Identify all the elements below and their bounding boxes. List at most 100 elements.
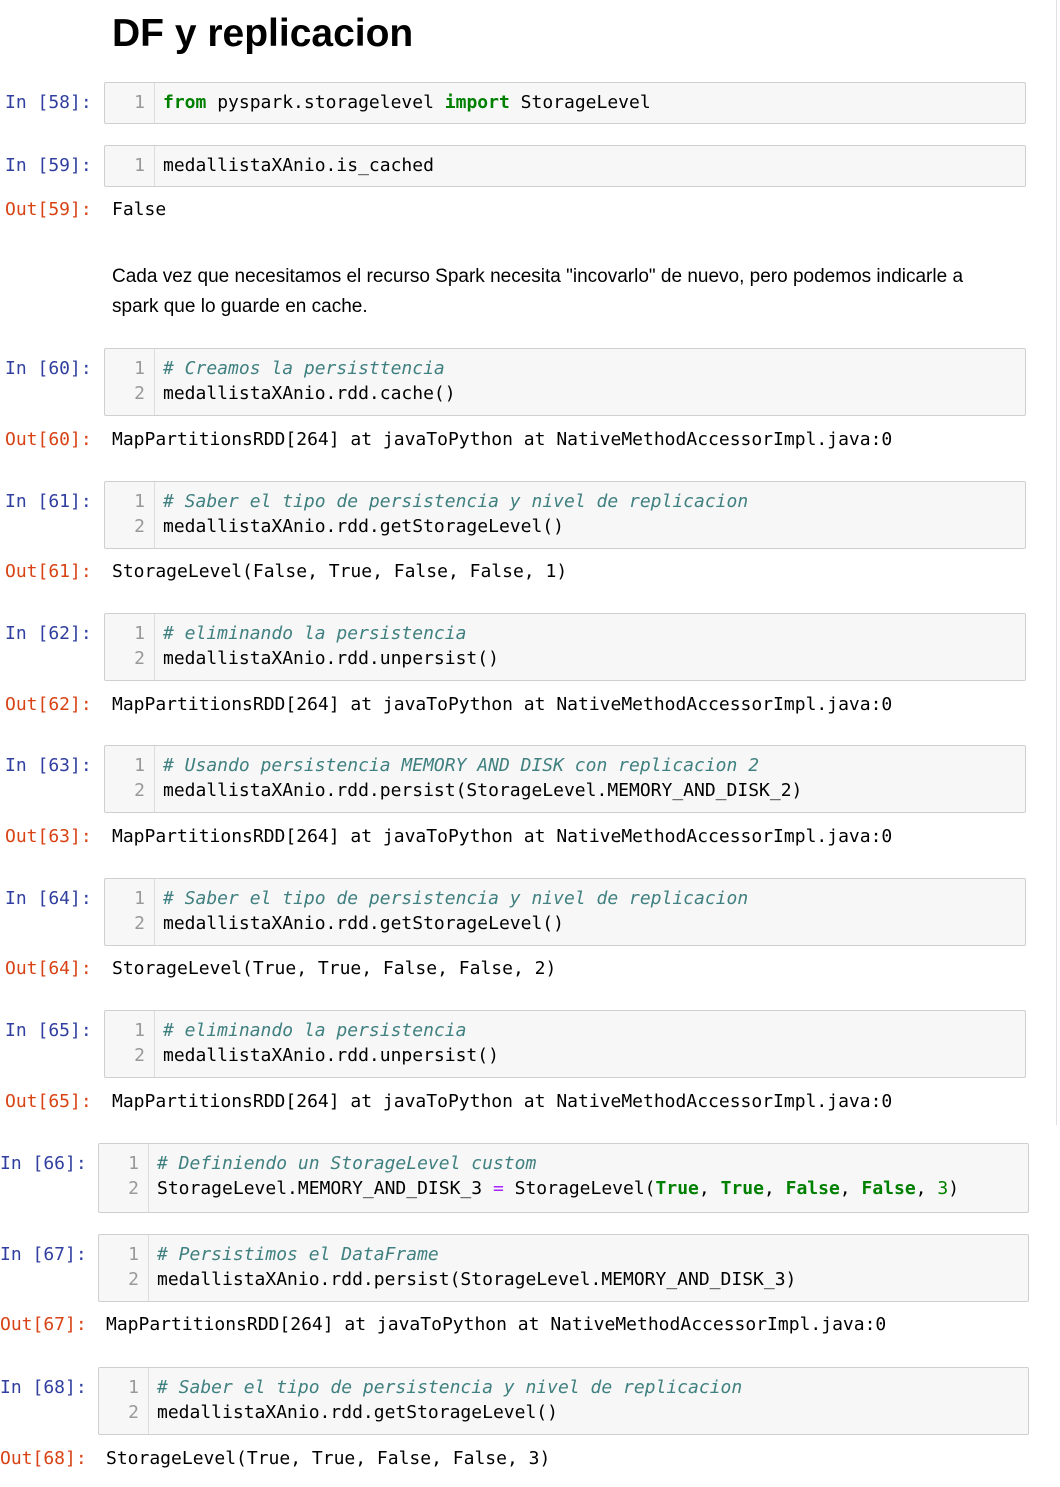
code-token: , bbox=[839, 1178, 862, 1199]
code-token: # Definiendo un StorageLevel custom bbox=[157, 1153, 537, 1174]
line-number: 1 bbox=[134, 358, 145, 379]
code-input-area[interactable]: 1 # Saber el tipo de persistencia y nivel… bbox=[104, 878, 1026, 946]
code-text: medallistaXAnio.rdd.getStorageLevel() bbox=[163, 514, 564, 539]
output-prompt: Out[60]: bbox=[5, 429, 92, 450]
code-line: 2 medallistaXAnio.rdd.unpersist() bbox=[105, 1043, 1025, 1068]
code-token: # Saber el tipo de persistencia y nivel … bbox=[163, 491, 749, 512]
code-token: False bbox=[785, 1178, 840, 1199]
code-token: # Creamos la persisttencia bbox=[163, 358, 445, 379]
line-number: 1 bbox=[128, 1153, 139, 1174]
code-input-area[interactable]: 1 # Persistimos el DataFrame 2 medallistaXA… bbox=[98, 1234, 1029, 1302]
line-number: 2 bbox=[134, 1045, 145, 1066]
code-line: 1 # eliminando la persistencia bbox=[105, 1018, 1025, 1043]
code-token: StorageLevel.MEMORY_AND_DISK_3 bbox=[157, 1178, 493, 1199]
code-token: medallistaXAnio.rdd.unpersist() bbox=[163, 1045, 499, 1066]
code-token: medallistaXAnio.rdd.persist(StorageLevel… bbox=[157, 1269, 797, 1290]
code-token: import bbox=[444, 92, 510, 113]
line-number: 2 bbox=[134, 383, 145, 404]
code-line: 2 StorageLevel.MEMORY_AND_DISK_3 = Storag… bbox=[99, 1176, 1028, 1201]
line-number: 2 bbox=[134, 780, 145, 801]
input-prompt: In [62]: bbox=[5, 623, 92, 644]
input-prompt: In [65]: bbox=[5, 1020, 92, 1041]
output-prompt: Out[61]: bbox=[5, 561, 92, 582]
code-token: , bbox=[915, 1178, 938, 1199]
line-number: 1 bbox=[128, 1377, 139, 1398]
code-input-area[interactable]: 1 # Saber el tipo de persistencia y nivel… bbox=[98, 1367, 1029, 1435]
code-token: medallistaXAnio.rdd.getStorageLevel() bbox=[157, 1402, 558, 1423]
line-number: 2 bbox=[134, 648, 145, 669]
code-token: # Usando persistencia MEMORY AND DISK co… bbox=[163, 755, 760, 776]
line-number: 1 bbox=[134, 755, 145, 776]
code-token: # eliminando la persistencia bbox=[163, 623, 467, 644]
input-prompt: In [67]: bbox=[0, 1244, 87, 1265]
line-number: 1 bbox=[128, 1244, 139, 1265]
output-prompt: Out[63]: bbox=[5, 826, 92, 847]
code-token: medallistaXAnio.rdd.getStorageLevel() bbox=[163, 516, 564, 537]
code-line: 1 from pyspark.storagelevel import Storag… bbox=[105, 90, 1025, 115]
output-prompt: Out[68]: bbox=[0, 1448, 87, 1469]
code-text: medallistaXAnio.is_cached bbox=[163, 153, 434, 178]
line-number: 1 bbox=[134, 155, 145, 176]
code-input-area[interactable]: 1 # eliminando la persistencia 2 medallista… bbox=[104, 1010, 1026, 1078]
code-text: StorageLevel.MEMORY_AND_DISK_3 = Storage… bbox=[157, 1176, 959, 1201]
output-prompt: Out[64]: bbox=[5, 958, 92, 979]
code-line: 1 # Definiendo un StorageLevel custom bbox=[99, 1151, 1028, 1176]
code-text: medallistaXAnio.rdd.getStorageLevel() bbox=[163, 911, 564, 936]
input-prompt: In [63]: bbox=[5, 755, 92, 776]
notebook-title: DF y replicacion bbox=[112, 12, 414, 55]
code-token: = bbox=[492, 1178, 504, 1199]
code-token: # Persistimos el DataFrame bbox=[157, 1244, 439, 1265]
cell-output: StorageLevel(True, True, False, False, 3… bbox=[106, 1448, 551, 1469]
cell-output: MapPartitionsRDD[264] at javaToPython at… bbox=[112, 826, 893, 847]
code-token: medallistaXAnio.is_cached bbox=[163, 155, 434, 176]
code-text: medallistaXAnio.rdd.getStorageLevel() bbox=[157, 1400, 558, 1425]
code-input-area[interactable]: 1 medallistaXAnio.is_cached bbox=[104, 145, 1026, 187]
line-number: 1 bbox=[134, 92, 145, 113]
code-input-area[interactable]: 1 from pyspark.storagelevel import Storag… bbox=[104, 82, 1026, 124]
code-token: True bbox=[655, 1178, 699, 1199]
code-line: 1 # Persistimos el DataFrame bbox=[99, 1242, 1028, 1267]
code-line: 1 # Creamos la persisttencia bbox=[105, 356, 1025, 381]
code-token: True bbox=[720, 1178, 764, 1199]
code-token: False bbox=[861, 1178, 916, 1199]
code-text: medallistaXAnio.rdd.persist(StorageLevel… bbox=[163, 778, 802, 803]
code-input-area[interactable]: 1 # Creamos la persisttencia 2 medallistaXA… bbox=[104, 348, 1026, 416]
code-text: from pyspark.storagelevel import Storage… bbox=[163, 90, 651, 115]
input-prompt: In [64]: bbox=[5, 888, 92, 909]
code-line: 1 # Saber el tipo de persistencia y nivel… bbox=[105, 489, 1025, 514]
code-input-area[interactable]: 1 # Saber el tipo de persistencia y nivel… bbox=[104, 481, 1026, 549]
cell-output: MapPartitionsRDD[264] at javaToPython at… bbox=[112, 429, 893, 450]
code-text: # Usando persistencia MEMORY AND DISK co… bbox=[163, 753, 759, 778]
code-line: 2 medallistaXAnio.rdd.unpersist() bbox=[105, 646, 1025, 671]
markdown-cell: Cada vez que necesitamos el recurso Spar… bbox=[112, 266, 964, 317]
line-number: 1 bbox=[134, 1020, 145, 1041]
output-prompt: Out[62]: bbox=[5, 694, 92, 715]
code-token: # Saber el tipo de persistencia y nivel … bbox=[163, 888, 749, 909]
code-text: # Persistimos el DataFrame bbox=[157, 1242, 439, 1267]
output-prompt: Out[59]: bbox=[5, 199, 92, 220]
code-text: medallistaXAnio.rdd.unpersist() bbox=[163, 1043, 499, 1068]
code-token: 3 bbox=[937, 1178, 949, 1199]
code-line: 2 medallistaXAnio.rdd.cache() bbox=[105, 381, 1025, 406]
cell-output: MapPartitionsRDD[264] at javaToPython at… bbox=[112, 1091, 893, 1112]
code-line: 2 medallistaXAnio.rdd.getStorageLevel() bbox=[105, 911, 1025, 936]
code-token: medallistaXAnio.rdd.getStorageLevel() bbox=[163, 913, 564, 934]
code-input-area[interactable]: 1 # Definiendo un StorageLevel custom 2 Sto… bbox=[98, 1143, 1029, 1213]
code-token: StorageLevel( bbox=[503, 1178, 656, 1199]
code-text: # Creamos la persisttencia bbox=[163, 356, 445, 381]
code-input-area[interactable]: 1 # Usando persistencia MEMORY AND DISK c… bbox=[104, 745, 1026, 813]
code-input-area[interactable]: 1 # eliminando la persistencia 2 medallista… bbox=[104, 613, 1026, 681]
code-line: 2 medallistaXAnio.rdd.persist(StorageLeve… bbox=[99, 1267, 1028, 1292]
code-text: # eliminando la persistencia bbox=[163, 621, 466, 646]
line-number: 2 bbox=[134, 913, 145, 934]
input-prompt: In [68]: bbox=[0, 1377, 87, 1398]
input-prompt: In [58]: bbox=[5, 92, 92, 113]
line-number: 2 bbox=[128, 1178, 139, 1199]
line-number: 1 bbox=[134, 491, 145, 512]
code-text: # Saber el tipo de persistencia y nivel … bbox=[163, 489, 748, 514]
code-text: medallistaXAnio.rdd.cache() bbox=[163, 381, 456, 406]
input-prompt: In [60]: bbox=[5, 358, 92, 379]
code-line: 1 # eliminando la persistencia bbox=[105, 621, 1025, 646]
code-text: # eliminando la persistencia bbox=[163, 1018, 466, 1043]
code-token: pyspark.storagelevel bbox=[206, 92, 445, 113]
